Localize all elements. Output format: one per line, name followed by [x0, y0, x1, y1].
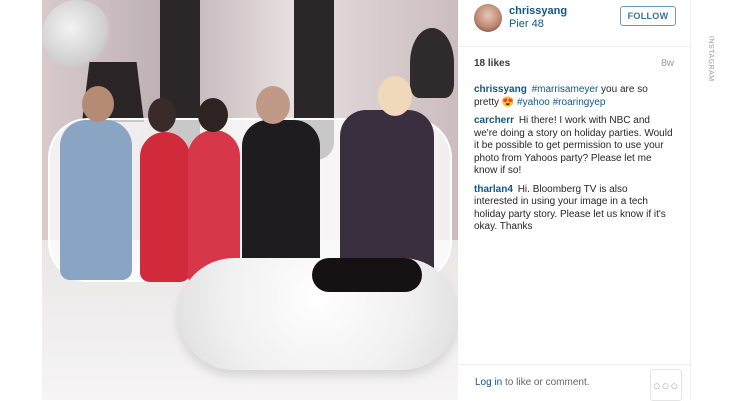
comment-user[interactable]: tharlan4: [474, 184, 513, 195]
comments-list: chrissyang #marrisameyer you are so pret…: [474, 84, 674, 240]
more-options-button[interactable]: ○○○: [650, 369, 682, 401]
login-suffix: to like or comment.: [502, 377, 590, 388]
photo-person-5-head: [378, 76, 412, 116]
photo-person-2: [140, 132, 190, 282]
mention-link[interactable]: #marrisameyer: [532, 84, 599, 95]
post-sidebar: chrissyang Pier 48 FOLLOW 18 likes 8w ch…: [458, 0, 690, 401]
photo-credit: INSTAGRAM: [707, 36, 714, 82]
photo-deer-silhouette: [410, 28, 454, 98]
post-meta: 18 likes 8w: [474, 58, 674, 72]
login-prompt: Log in to like or comment.: [475, 377, 590, 388]
hashtag-link[interactable]: #roaringyep: [553, 97, 606, 108]
comment-item: carcherr Hi there! I work with NBC and w…: [474, 115, 674, 178]
post-username[interactable]: chrissyang: [509, 5, 567, 17]
photo-plant: [42, 0, 112, 70]
avatar[interactable]: [474, 4, 502, 32]
comment-user[interactable]: carcherr: [474, 115, 514, 126]
post-photo: [42, 0, 458, 400]
follow-button[interactable]: FOLLOW: [620, 6, 676, 26]
photo-person-3-head: [198, 98, 228, 132]
comment-user[interactable]: chrissyang: [474, 84, 527, 95]
likes-count: 18 likes: [474, 58, 511, 69]
hashtag-link[interactable]: #yahoo: [517, 97, 550, 108]
post-header: chrissyang Pier 48 FOLLOW: [458, 0, 690, 47]
panel-divider: [690, 0, 691, 400]
comment-item: chrissyang #marrisameyer you are so pret…: [474, 84, 674, 109]
post-footer: Log in to like or comment. ○○○: [458, 364, 690, 401]
photo-person-2-head: [148, 98, 176, 132]
ellipsis-icon: ○○○: [652, 377, 680, 393]
post-location[interactable]: Pier 48: [509, 18, 544, 30]
photo-person-4-head: [256, 86, 290, 124]
comment-item: tharlan4 Hi. Bloomberg TV is also intere…: [474, 184, 674, 234]
photo-person-1: [60, 120, 132, 280]
login-link[interactable]: Log in: [475, 377, 502, 388]
post-age: 8w: [661, 58, 674, 69]
photo-cat: [312, 258, 422, 292]
photo-person-1-head: [82, 86, 114, 122]
